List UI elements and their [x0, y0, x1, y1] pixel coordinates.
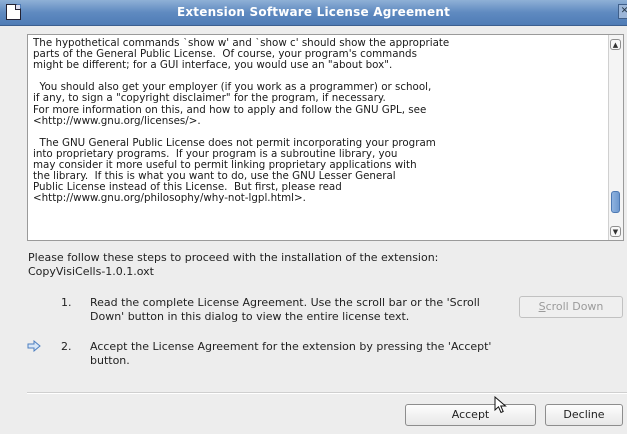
- close-icon[interactable]: ✕: [618, 4, 627, 19]
- accept-button[interactable]: Accept: [405, 404, 536, 426]
- step-text-line: Read the complete License Agreement. Use…: [90, 296, 480, 309]
- scrollbar-thumb[interactable]: [611, 191, 620, 214]
- scroll-up-icon[interactable]: ▲: [610, 39, 621, 50]
- scroll-down-label: croll Down: [545, 300, 604, 313]
- scroll-down-icon[interactable]: ▼: [610, 226, 621, 237]
- window-title: Extension Software License Agreement: [176, 5, 451, 19]
- step-text-line: Down' button in this dialog to view the …: [90, 310, 410, 323]
- step-text: Accept the License Agreement for the ext…: [90, 340, 510, 368]
- extension-name: CopyVisiCells-1.0.1.oxt: [28, 265, 154, 278]
- step-number: 1.: [61, 296, 72, 309]
- step-text-line: Accept the License Agreement for the ext…: [90, 340, 492, 353]
- intro-text: Please follow these steps to proceed wit…: [28, 251, 439, 264]
- scroll-down-mnemonic: S: [538, 300, 546, 313]
- license-scrollbar[interactable]: ▲ ▼: [608, 35, 623, 240]
- instructions-intro: Please follow these steps to proceed wit…: [28, 251, 438, 279]
- license-text: The hypothetical commands `show w' and `…: [33, 38, 450, 205]
- license-text-area[interactable]: The hypothetical commands `show w' and `…: [27, 34, 624, 241]
- title-bar: Extension Software License Agreement ✕: [0, 0, 627, 26]
- separator: [27, 392, 627, 394]
- mouse-pointer-icon: [494, 396, 507, 414]
- current-step-arrow-icon: [27, 340, 41, 352]
- step-text: Read the complete License Agreement. Use…: [90, 296, 510, 324]
- scroll-down-button[interactable]: Scroll Down: [519, 296, 623, 318]
- decline-button[interactable]: Decline: [545, 404, 623, 426]
- step-number: 2.: [61, 340, 72, 353]
- step-text-line: button.: [90, 354, 130, 367]
